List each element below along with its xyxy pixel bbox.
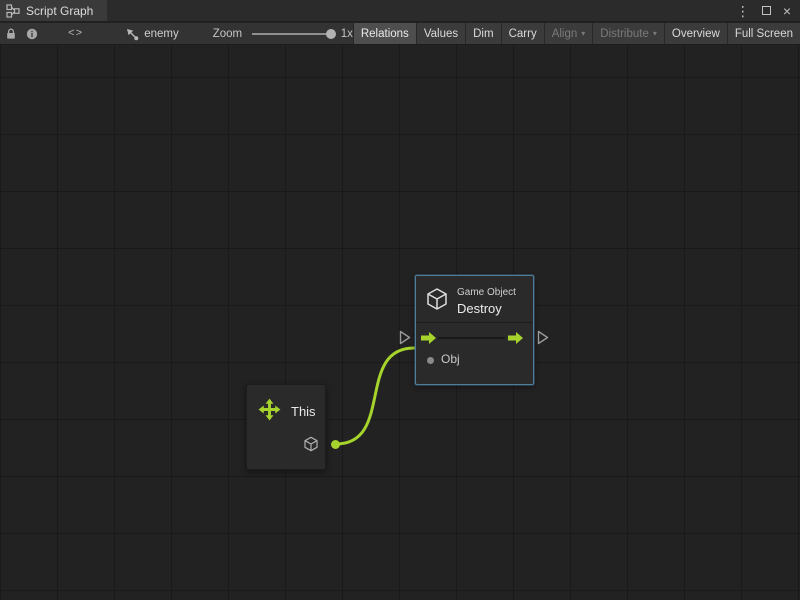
align-dropdown[interactable]: Align ▾ [544,23,593,44]
chevron-down-icon: ▾ [653,29,657,38]
game-object-cube-icon [425,287,449,311]
flow-relation-line [438,337,505,339]
info-icon[interactable] [26,23,38,44]
zoom-value: 1x [341,23,353,44]
flow-input-arrow-icon[interactable] [421,331,437,345]
zoom-slider-track [252,33,332,35]
relations-button[interactable]: Relations [353,23,416,44]
control-output-port[interactable] [537,330,549,345]
edit-code-icon[interactable]: <> [68,23,83,44]
close-icon[interactable]: × [783,4,791,18]
window-menu-icon[interactable]: ⋮ [736,4,750,18]
script-graph-window: Script Graph ⋮ × <> [0,0,800,600]
flow-output-arrow-icon[interactable] [508,331,524,345]
graph-name-label: enemy [144,28,179,40]
script-graph-asset-icon [125,27,139,41]
port-obj-label: Obj [441,352,460,366]
distribute-dropdown[interactable]: Distribute ▾ [592,23,664,44]
game-object-cube-icon [303,436,319,452]
graph-canvas[interactable]: This Game Object Destroy [0,45,800,600]
maximize-icon[interactable] [762,6,771,15]
node-destroy-header: Game Object Destroy [416,276,533,323]
fullscreen-button[interactable]: Full Screen [727,23,800,44]
node-destroy[interactable]: Game Object Destroy Obj [415,275,534,385]
move-arrows-icon [257,397,282,422]
tab-title: Script Graph [26,4,93,18]
connection-this-to-destroy [0,45,800,600]
lock-icon[interactable] [5,23,17,44]
dim-button[interactable]: Dim [465,23,500,44]
values-button[interactable]: Values [416,23,465,44]
port-obj-input[interactable] [427,357,434,364]
title-bar: Script Graph ⋮ × [0,0,800,22]
node-this[interactable]: This [246,384,326,470]
window-controls: ⋮ × [736,0,800,21]
zoom-label: Zoom [213,23,242,44]
node-this-title: This [291,404,316,419]
control-input-port[interactable] [399,330,411,345]
chevron-down-icon: ▾ [581,29,585,38]
toolbar-buttons: Relations Values Dim Carry Align ▾ Distr… [353,23,800,44]
graph-toolbar: <> enemy Zoom 1x Relations Values Dim [0,23,800,45]
zoom-slider-handle[interactable] [326,29,336,39]
carry-button[interactable]: Carry [501,23,544,44]
tab-script-graph[interactable]: Script Graph [0,0,107,21]
port-game-object-output[interactable] [331,440,340,449]
node-destroy-category: Game Object [457,287,516,298]
node-destroy-title: Destroy [457,301,502,316]
graph-reference[interactable]: enemy [125,23,179,44]
overview-button[interactable]: Overview [664,23,727,44]
graph-icon [6,4,20,18]
zoom-slider[interactable] [252,28,332,40]
